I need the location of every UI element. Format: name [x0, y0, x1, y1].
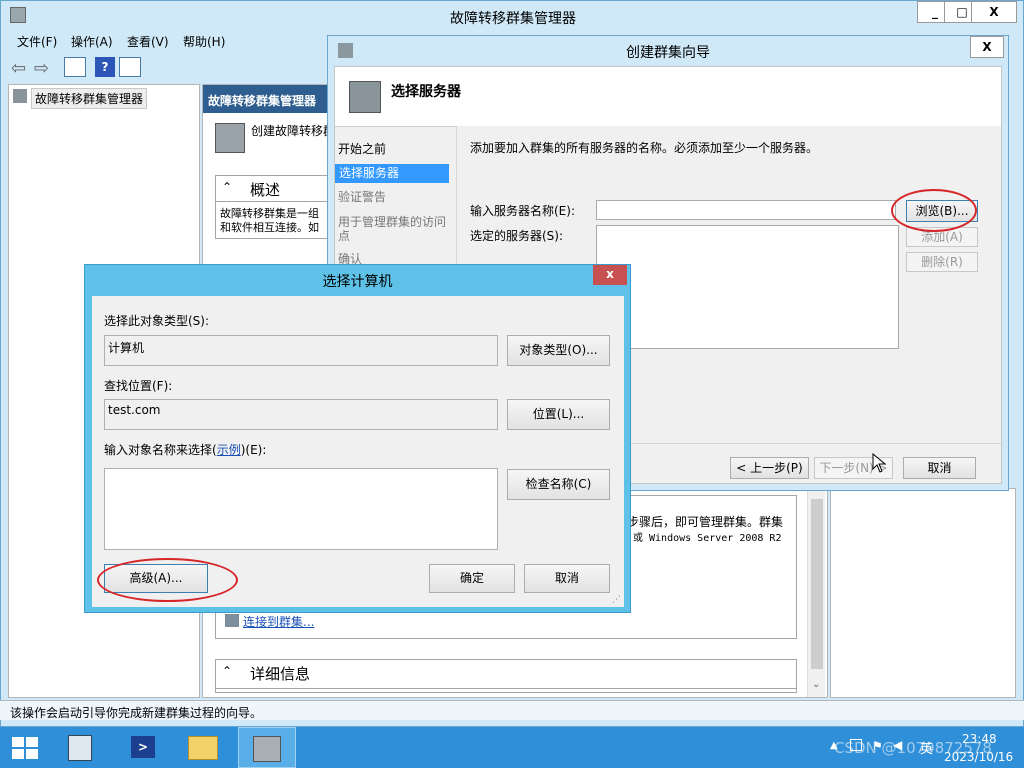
prev-button[interactable]: < 上一步(P): [730, 457, 809, 479]
server-manager-icon: [68, 735, 92, 761]
object-types-button[interactable]: 对象类型(O)...: [507, 335, 610, 366]
create-cluster-link[interactable]: 创建故障转移群: [251, 122, 335, 139]
selected-servers-list[interactable]: [596, 225, 899, 349]
mouse-cursor-icon: [872, 453, 886, 473]
cluster-manager-taskbar-button[interactable]: [238, 727, 296, 768]
tree-root-icon: [13, 89, 27, 103]
action-pane-icon[interactable]: [119, 57, 141, 77]
wizard-instruction: 添加要加入群集的所有服务器的名称。必须添加至少一个服务器。: [470, 141, 819, 155]
details-section: ⌃ 详细信息: [215, 659, 797, 693]
remove-button[interactable]: 删除(R): [906, 252, 978, 272]
server-name-label: 输入服务器名称(E):: [470, 204, 575, 218]
start-button[interactable]: [0, 727, 50, 768]
details-title: 详细信息: [250, 665, 311, 683]
folder-icon: [188, 736, 218, 760]
explorer-taskbar-button[interactable]: [178, 727, 228, 768]
powershell-icon: >: [131, 736, 155, 758]
server-manager-taskbar-button[interactable]: [56, 727, 106, 768]
object-name-label: 输入对象名称来选择(示例)(E):: [104, 443, 267, 457]
dialog-title: 选择计算机: [322, 274, 393, 290]
selected-servers-label: 选定的服务器(S):: [470, 229, 564, 243]
wizard-step-3[interactable]: 验证警告: [338, 190, 452, 204]
connect-cluster-icon: [225, 614, 239, 627]
cluster-server-icon: [215, 123, 245, 153]
object-type-field: 计算机: [104, 335, 498, 366]
status-text: 该操作会启动引导你完成新建群集过程的向导。: [10, 706, 263, 720]
right-text-1: 步骤后，即可管理群集。群集: [627, 515, 784, 529]
menu-action[interactable]: 操作(A): [71, 32, 113, 52]
center-header-title: 故障转移群集管理器: [208, 94, 317, 108]
action-panel: [830, 488, 1016, 698]
wizard-cancel-button[interactable]: 取消: [903, 457, 976, 479]
close-button[interactable]: X: [971, 1, 1017, 23]
location-value: test.com: [108, 403, 161, 417]
show-tree-icon[interactable]: [64, 57, 86, 77]
collapse-overview-icon[interactable]: ⌃: [222, 180, 232, 194]
right-text-2: 或 Windows Server 2008 R2: [633, 533, 782, 544]
browse-annotation-ring: [891, 189, 977, 232]
dialog-cancel-button[interactable]: 取消: [524, 564, 610, 593]
object-name-input[interactable]: [104, 468, 498, 550]
object-type-value: 计算机: [108, 341, 145, 355]
wizard-banner: 选择服务器: [335, 67, 1001, 127]
wizard-close-button[interactable]: X: [970, 36, 1004, 58]
collapse-details-icon[interactable]: ⌃: [222, 664, 232, 678]
object-type-label: 选择此对象类型(S):: [104, 314, 210, 328]
scroll-down-icon[interactable]: ⌄: [812, 679, 820, 690]
tree-root-item[interactable]: 故障转移群集管理器: [31, 88, 148, 109]
wizard-step-2[interactable]: 选择服务器: [335, 164, 449, 183]
wizard-page-title: 选择服务器: [391, 84, 461, 100]
csdn-watermark: CSDN @1079872578: [834, 739, 992, 757]
location-label: 查找位置(F):: [104, 379, 173, 393]
overview-divider: [216, 201, 330, 202]
connect-cluster-link[interactable]: 连接到群集...: [243, 613, 314, 630]
overview-title: 概述: [250, 181, 281, 199]
scroll-thumb[interactable]: [811, 499, 823, 669]
examples-link[interactable]: 示例: [217, 443, 241, 457]
windows-logo-icon: [12, 737, 38, 759]
back-arrow-icon[interactable]: ⇦: [11, 58, 26, 79]
wizard-step-4[interactable]: 用于管理群集的访问点: [338, 215, 452, 243]
help-icon[interactable]: ?: [95, 57, 115, 77]
wizard-step-1[interactable]: 开始之前: [338, 142, 452, 156]
details-divider: [216, 688, 796, 689]
menu-file[interactable]: 文件(F): [17, 32, 57, 52]
location-field: test.com: [104, 399, 498, 430]
cluster-manager-icon: [253, 736, 281, 762]
menu-view[interactable]: 查看(V): [127, 32, 169, 52]
dialog-close-button[interactable]: x: [593, 265, 627, 285]
center-scrollbar[interactable]: ⌃ ⌄: [807, 483, 825, 697]
forward-arrow-icon[interactable]: ⇨: [34, 58, 49, 79]
window-title: 故障转移群集管理器: [450, 11, 576, 27]
dialog-ok-button[interactable]: 确定: [429, 564, 515, 593]
status-bar: 该操作会启动引导你完成新建群集过程的向导。: [0, 700, 1024, 720]
menu-bar: 文件(F) 操作(A) 查看(V) 帮助(H): [9, 32, 329, 52]
server-wizard-icon: [349, 81, 381, 113]
advanced-annotation-ring: [97, 558, 238, 602]
overview-section: ⌃ 概述 故障转移群集是一组 和软件相互连接。如: [215, 175, 330, 239]
menu-help[interactable]: 帮助(H): [183, 32, 225, 52]
server-name-input[interactable]: [596, 200, 896, 220]
wizard-title: 创建群集向导: [626, 45, 710, 61]
locations-button[interactable]: 位置(L)...: [507, 399, 610, 430]
resize-grip-icon[interactable]: ⋰: [612, 595, 621, 605]
overview-text-2: 和软件相互连接。如: [220, 221, 319, 234]
check-names-button[interactable]: 检查名称(C): [507, 469, 610, 500]
powershell-taskbar-button[interactable]: >: [118, 727, 168, 768]
